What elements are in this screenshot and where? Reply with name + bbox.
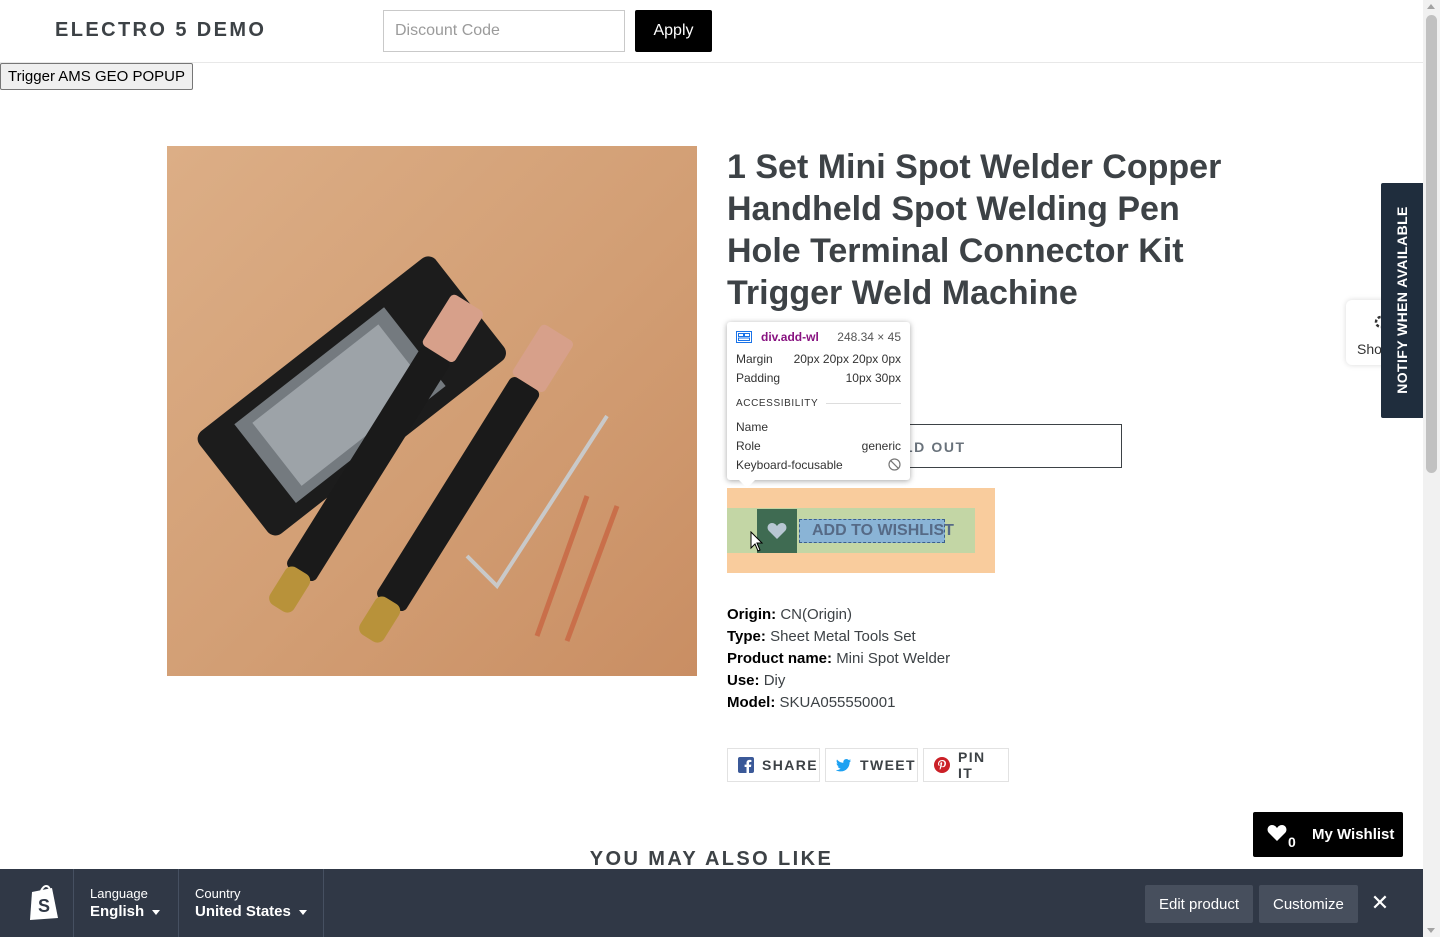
show-widget-label: Sho (1357, 341, 1382, 357)
devtools-inspect-tooltip: div.add-wl 248.34 × 45 Margin 20px 20px 2… (727, 322, 910, 488)
heart-icon (1267, 825, 1287, 841)
tooltip-name-row: Name (736, 420, 769, 434)
tooltip-size: 248.34 × 45 (837, 330, 901, 344)
share-pinterest-label: PIN IT (958, 749, 986, 781)
tooltip-margin-row: Margin 20px 20px 20px 0px (736, 352, 901, 366)
discount-code-input[interactable] (383, 10, 625, 52)
sold-out-label: LD OUT (904, 439, 966, 455)
not-allowed-icon (888, 458, 901, 471)
add-to-wishlist-button[interactable]: ADD TO WISHLIST (757, 509, 954, 553)
tooltip-accessibility-heading: ACCESSIBILITY (736, 398, 901, 409)
related-products-heading: YOU MAY ALSO LIKE (589, 848, 834, 870)
share-twitter-button[interactable]: TWEET (825, 748, 918, 782)
bar-divider (323, 869, 324, 937)
flex-layout-icon (736, 331, 752, 343)
chevron-down-icon (152, 909, 161, 915)
wishlist-label: ADD TO WISHLIST (799, 519, 954, 543)
shopify-logo-icon: S (30, 884, 58, 920)
scrollbar-thumb[interactable] (1426, 15, 1437, 473)
spot-welder-photo (197, 256, 620, 643)
apply-discount-button[interactable]: Apply (635, 10, 712, 52)
scroll-up-arrow-icon[interactable] (1427, 4, 1435, 9)
scroll-down-arrow-icon[interactable] (1427, 928, 1435, 933)
tooltip-header: div.add-wl 248.34 × 45 (736, 330, 901, 344)
bar-divider (73, 869, 74, 937)
share-facebook-label: SHARE (762, 757, 819, 773)
customize-button[interactable]: Customize (1259, 885, 1358, 923)
share-twitter-label: TWEET (860, 757, 916, 773)
my-wishlist-button[interactable]: 0 My Wishlist (1253, 812, 1403, 857)
spec-use: Use: Diy (727, 672, 786, 689)
tooltip-role-row: Role generic (736, 439, 901, 453)
country-label: Country (195, 886, 241, 901)
tooltip-padding-row: Padding 10px 30px (736, 371, 901, 385)
language-label: Language (90, 886, 148, 901)
show-widget[interactable]: Sho (1346, 300, 1386, 365)
vertical-scrollbar[interactable] (1423, 0, 1440, 937)
wishlist-count: 0 (1288, 834, 1296, 850)
tooltip-selector: div.add-wl (761, 330, 819, 344)
spec-product-name: Product name: Mini Spot Welder (727, 650, 951, 667)
notify-tab-label: NOTIFY WHEN AVAILABLE (1394, 206, 1410, 394)
edit-product-button[interactable]: Edit product (1145, 885, 1254, 923)
product-specs: Origin: CN(Origin) Type: Sheet Metal Too… (727, 604, 950, 714)
shopify-preview-bar: S Language English Country United States… (0, 869, 1423, 937)
geo-popup-button[interactable]: Trigger AMS GEO POPUP (0, 63, 193, 90)
spec-type: Type: Sheet Metal Tools Set (727, 628, 916, 645)
notify-when-available-tab[interactable]: NOTIFY WHEN AVAILABLE (1381, 183, 1423, 418)
wishlist-label: My Wishlist (1312, 826, 1395, 843)
pinterest-icon (934, 757, 950, 773)
svg-text:S: S (38, 896, 50, 916)
spec-model: Model: SKUA055550001 (727, 694, 896, 711)
mouse-cursor-icon (750, 531, 764, 552)
tooltip-focusable-row: Keyboard-focusable (736, 458, 901, 472)
close-icon[interactable]: ✕ (1370, 892, 1390, 914)
site-title[interactable]: ELECTRO 5 DEMO (55, 19, 266, 42)
header-divider (0, 62, 1423, 63)
country-value: United States (195, 903, 291, 920)
facebook-icon (738, 757, 754, 773)
product-image[interactable] (167, 146, 697, 676)
chevron-down-icon (298, 909, 307, 915)
share-facebook-button[interactable]: SHARE (727, 748, 820, 782)
product-title: 1 Set Mini Spot Welder Copper Handheld S… (727, 148, 1222, 312)
bar-divider (178, 869, 179, 937)
language-value: English (90, 903, 145, 920)
twitter-icon (835, 757, 852, 773)
spec-origin: Origin: CN(Origin) (727, 606, 853, 623)
share-pinterest-button[interactable]: PIN IT (923, 748, 1009, 782)
